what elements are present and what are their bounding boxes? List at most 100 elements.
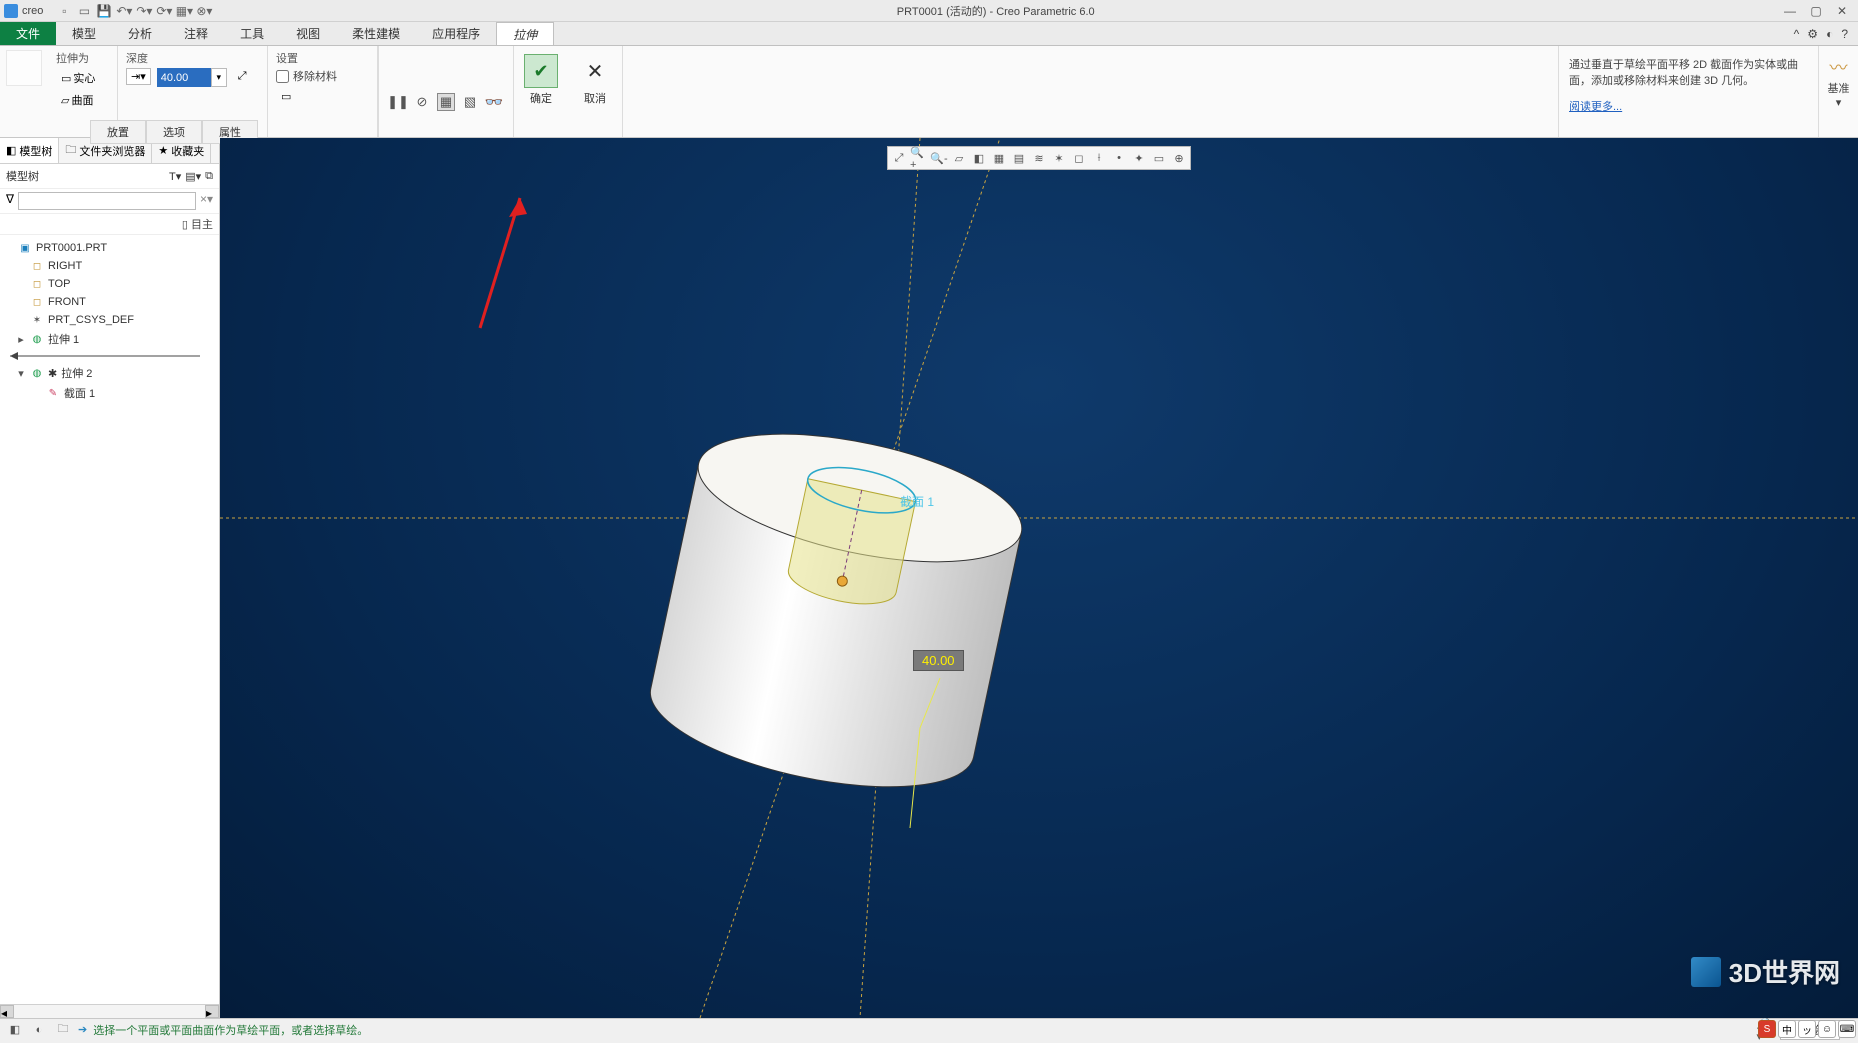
qat-undo-icon[interactable]: ↶▾: [115, 2, 133, 20]
tab-annotate[interactable]: 注释: [168, 22, 224, 45]
saved-views-icon[interactable]: ▦: [990, 149, 1008, 167]
layers-icon[interactable]: ≋: [1030, 149, 1048, 167]
qat-regen-icon[interactable]: ⟳▾: [155, 2, 173, 20]
ime-lang-button[interactable]: 中: [1778, 1020, 1796, 1038]
surface-button[interactable]: ▱ 曲面: [56, 90, 98, 110]
tab-view[interactable]: 视图: [280, 22, 336, 45]
status-tree-icon[interactable]: ◧: [6, 1022, 24, 1038]
scroll-left-button[interactable]: ◂: [0, 1005, 14, 1018]
read-more-link[interactable]: 阅读更多...: [1569, 101, 1622, 113]
solid-button[interactable]: ▭ 实心: [56, 68, 100, 88]
ime-sogou-icon[interactable]: S: [1758, 1020, 1776, 1038]
watermark: 3D世界网: [1691, 953, 1840, 990]
ime-punct-button[interactable]: ッ: [1798, 1020, 1816, 1038]
tree-node-extrude2[interactable]: ▾◍✱拉伸 2: [0, 363, 219, 383]
thicken-sketch-button[interactable]: ▭: [276, 88, 296, 105]
zoom-out-icon[interactable]: 🔍-: [930, 149, 948, 167]
tab-flex-modeling[interactable]: 柔性建模: [336, 22, 416, 45]
tree-filters-icon[interactable]: ⧉: [205, 170, 213, 183]
view-manager-icon[interactable]: ▤: [1010, 149, 1028, 167]
subtab-options[interactable]: 选项: [146, 120, 202, 144]
tab-analysis[interactable]: 分析: [112, 22, 168, 45]
datum-icon[interactable]: 〰: [1830, 54, 1848, 80]
display-style-icon[interactable]: ◧: [970, 149, 988, 167]
qat-close-icon[interactable]: ⊗▾: [195, 2, 213, 20]
tree-node-part[interactable]: ▣PRT0001.PRT: [0, 239, 219, 257]
glasses-icon[interactable]: 👓: [485, 93, 503, 111]
no-preview-icon[interactable]: ⊘: [413, 93, 431, 111]
viewport[interactable]: 截面 1 ⤢ 🔍+ 🔍- ▱ ◧ ▦ ▤ ≋ ✶ ◻ ⟊ • ✦ ▭ ⊕ 40.…: [220, 138, 1858, 1018]
attached-preview-icon[interactable]: ▦: [437, 93, 455, 111]
minimize-button[interactable]: —: [1778, 2, 1802, 20]
refit-icon[interactable]: ⤢: [890, 149, 908, 167]
tab-model[interactable]: 模型: [56, 22, 112, 45]
window-controls: — ▢ ✕: [1778, 2, 1858, 20]
help-icon[interactable]: ?: [1841, 27, 1848, 41]
main-area: ◧ 模型树 🗀 文件夹浏览器 ★ 收藏夹 模型树 T▾ ▤▾ ⧉ ∇ ×▾ ▯ …: [0, 138, 1858, 1018]
dimension-value-box[interactable]: 40.00: [913, 650, 964, 671]
creo-logo-icon: [4, 4, 18, 18]
menu-right-icons: ^ ⚙ ◐ ?: [1794, 22, 1858, 45]
tree-filter-input[interactable]: [18, 192, 196, 210]
annotation-display-icon[interactable]: ▭: [1150, 149, 1168, 167]
tab-extrude[interactable]: 拉伸: [496, 22, 554, 45]
confirm-ok-group: ✔ 确定: [514, 46, 568, 137]
subtab-placement[interactable]: 放置: [90, 120, 146, 144]
flip-depth-button[interactable]: ⤢: [233, 68, 252, 85]
tree-settings-icon[interactable]: T▾: [169, 170, 181, 183]
cancel-button[interactable]: ✕: [578, 54, 612, 88]
depth-type-button[interactable]: ⇥▾: [126, 68, 151, 85]
spin-center-icon[interactable]: ⊕: [1170, 149, 1188, 167]
ime-emoji-button[interactable]: ☺: [1818, 1020, 1836, 1038]
scroll-right-button[interactable]: ▸: [205, 1005, 219, 1018]
ok-button[interactable]: ✔: [524, 54, 558, 88]
tree-node-right[interactable]: ◻RIGHT: [0, 257, 219, 275]
tab-applications[interactable]: 应用程序: [416, 22, 496, 45]
confirm-cancel-group: ✕ 取消: [568, 46, 622, 137]
plane-display-icon[interactable]: ◻: [1070, 149, 1088, 167]
ribbon-collapse-icon[interactable]: ^: [1794, 27, 1800, 41]
qat-redo-icon[interactable]: ↷▾: [135, 2, 153, 20]
status-folder-icon[interactable]: 🗀: [54, 1022, 72, 1038]
qat-save-icon[interactable]: 💾: [95, 2, 113, 20]
csys-display-icon[interactable]: ✦: [1130, 149, 1148, 167]
zoom-in-icon[interactable]: 🔍+: [910, 149, 928, 167]
ribbon-info-panel: 通过垂直于草绘平面平移 2D 截面作为实体或曲面，添加或移除材料来创建 3D 几…: [1558, 46, 1818, 137]
feature-type-icon[interactable]: [6, 50, 42, 86]
options-icon[interactable]: ⚙: [1807, 27, 1818, 41]
status-browser-icon[interactable]: ◐: [30, 1022, 48, 1038]
qat-open-icon[interactable]: ▭: [75, 2, 93, 20]
tree-node-front[interactable]: ◻FRONT: [0, 293, 219, 311]
repaint-icon[interactable]: ▱: [950, 149, 968, 167]
side-tab-model-tree[interactable]: ◧ 模型树: [0, 138, 59, 163]
side-scrollbar[interactable]: ◂ ▸: [0, 1004, 219, 1018]
datum-expand-icon[interactable]: ▾: [1836, 96, 1842, 109]
tab-file[interactable]: 文件: [0, 22, 56, 45]
unattached-preview-icon[interactable]: ▧: [461, 93, 479, 111]
axis-display-icon[interactable]: ⟊: [1090, 149, 1108, 167]
depth-dropdown-icon[interactable]: ▾: [211, 68, 227, 87]
tree-node-csys[interactable]: ✶PRT_CSYS_DEF: [0, 311, 219, 329]
tree-display-icon[interactable]: ▤▾: [185, 170, 201, 183]
filter-clear-icon[interactable]: ×▾: [200, 192, 213, 210]
notifications-icon[interactable]: ◐: [1826, 27, 1833, 41]
tree-node-extrude1[interactable]: ▸◍拉伸 1: [0, 329, 219, 349]
qat-windows-icon[interactable]: ▦▾: [175, 2, 193, 20]
qat-new-icon[interactable]: ▫: [55, 2, 73, 20]
close-window-button[interactable]: ✕: [1830, 2, 1854, 20]
pause-icon[interactable]: ❚❚: [389, 93, 407, 111]
tree-column-toggle[interactable]: ▯ 目主: [182, 219, 213, 231]
datum-display-icon[interactable]: ✶: [1050, 149, 1068, 167]
depth-input[interactable]: [157, 68, 211, 87]
tree-node-sketch1[interactable]: ✎截面 1: [0, 383, 219, 403]
tree-node-top[interactable]: ◻TOP: [0, 275, 219, 293]
remove-material-checkbox[interactable]: 移除材料: [276, 68, 337, 84]
ime-keyboard-button[interactable]: ⌨: [1838, 1020, 1856, 1038]
status-bar: ◧ ◐ 🗀 ➔ 选择一个平面或平面曲面作为草绘平面，或者选择草绘。 🔎▾ 草绘 …: [0, 1018, 1858, 1040]
cancel-label: 取消: [584, 90, 606, 106]
point-display-icon[interactable]: •: [1110, 149, 1128, 167]
filter-icon[interactable]: ∇: [6, 192, 14, 210]
tab-tools[interactable]: 工具: [224, 22, 280, 45]
maximize-button[interactable]: ▢: [1804, 2, 1828, 20]
tree-header: 模型树 T▾ ▤▾ ⧉: [0, 164, 219, 189]
